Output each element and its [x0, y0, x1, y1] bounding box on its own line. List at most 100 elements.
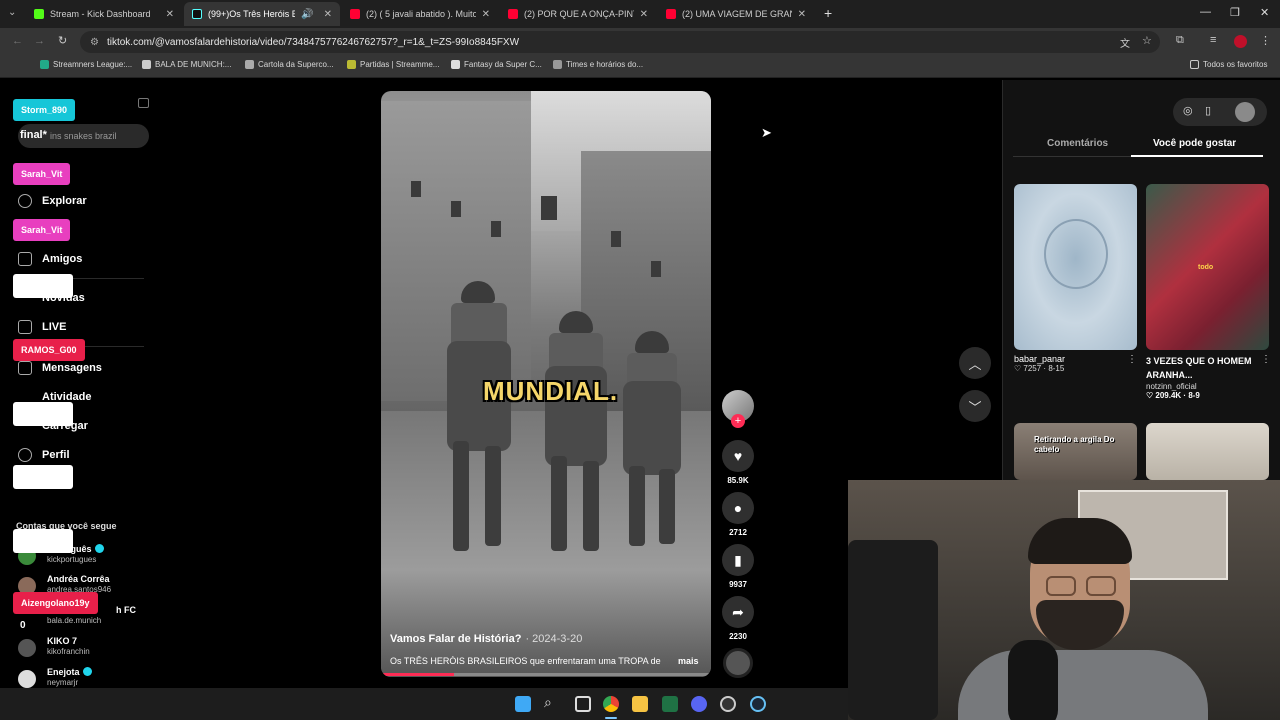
mouse-cursor-icon: ➤ [761, 125, 772, 140]
nav-mensagens[interactable]: Mensagens [42, 362, 102, 374]
all-bookmarks[interactable]: Todos os favoritos [1190, 60, 1267, 69]
nav-live[interactable]: LIVE [42, 321, 66, 333]
back-icon[interactable]: ← [12, 35, 23, 47]
window-close-icon[interactable]: ✕ [1260, 6, 1269, 19]
close-icon[interactable]: ✕ [324, 9, 332, 20]
bookmark-4[interactable]: Partidas | Streamme... [347, 60, 439, 69]
tab-voce-pode-gostar[interactable]: Você pode gostar [1153, 138, 1236, 149]
follow-plus-icon[interactable]: + [731, 414, 745, 428]
address-bar[interactable]: ⚙ tiktok.com/@vamosfalardehistoria/video… [80, 31, 1160, 53]
tab-search-button[interactable]: ⌄ [8, 7, 16, 18]
following-name: KIKO 7 [47, 636, 78, 646]
device-icon[interactable]: ▯ [1205, 104, 1211, 117]
app-icon[interactable] [720, 696, 736, 712]
windows-start-icon[interactable] [515, 696, 531, 712]
speaker-icon[interactable]: 🔊 [301, 9, 313, 20]
bookmark-1[interactable]: Streamners League:... [40, 60, 132, 69]
more-link[interactable]: mais [678, 656, 699, 666]
webcam-person-shirt [958, 650, 1208, 720]
nav-amigos[interactable]: Amigos [42, 253, 82, 265]
share-button[interactable]: ➦ [722, 596, 754, 628]
tab-comentarios[interactable]: Comentários [1047, 138, 1108, 149]
youtube-icon [508, 9, 518, 19]
right-panel: ◎ ▯ Comentários Você pode gostar babar_p… [1002, 80, 1280, 480]
card-stats: ♡ 7257 · 8-15 [1014, 364, 1065, 373]
browser-tab-strip: ⌄ Stream - Kick Dashboard ✕ (99+)Os Três… [0, 0, 1280, 28]
video-card[interactable] [1146, 423, 1269, 480]
settings-icon[interactable]: ◎ [1183, 104, 1193, 117]
video-progress-bar[interactable] [381, 673, 711, 676]
building-window [541, 196, 557, 220]
video-card[interactable] [1014, 184, 1137, 350]
like-button[interactable]: ♥ [722, 440, 754, 472]
chip-label: Sarah_Vit [21, 169, 63, 179]
share-icon: ➦ [732, 603, 744, 620]
minimize-icon[interactable]: — [1200, 6, 1211, 18]
browser-tab-2[interactable]: (99+)Os Três Heróis Brasileiros 🔊 ✕ [184, 2, 340, 26]
video-player[interactable]: MUNDIAL. Vamos Falar de História? · 2024-… [381, 91, 711, 677]
file-explorer-icon[interactable] [632, 696, 648, 712]
collapse-sidebar-icon[interactable] [138, 98, 149, 108]
verified-icon [82, 667, 92, 676]
share-count: 2230 [729, 632, 747, 641]
bookmark-3[interactable]: Cartola da Superco... [245, 60, 334, 69]
building-window [491, 221, 501, 237]
bookmark-star-icon[interactable]: ☆ [1142, 34, 1152, 47]
music-disc[interactable] [723, 648, 753, 678]
restore-icon[interactable]: ❐ [1230, 6, 1240, 19]
video-author-line[interactable]: Vamos Falar de História? · 2024-3-20 [390, 633, 582, 645]
close-icon[interactable]: ✕ [798, 9, 806, 20]
verified-icon [94, 544, 104, 553]
chrome-icon[interactable] [603, 696, 619, 712]
previous-video-button[interactable]: ︿ [959, 347, 991, 379]
comment-button[interactable]: ● [722, 492, 754, 524]
browser-tab-4[interactable]: (2) POR QUE A ONÇA-PINTADA ✕ [500, 2, 656, 26]
profile-icon [18, 448, 32, 462]
browser-tab-5[interactable]: (2) UMA VIAGEM DE GRANDES ✕ [658, 2, 814, 26]
extensions-icon[interactable]: ⧉ [1176, 34, 1184, 47]
profile-avatar[interactable] [1234, 35, 1247, 48]
bookmark-6[interactable]: Times e horários do... [553, 60, 643, 69]
site-info-icon[interactable]: ⚙ [90, 37, 99, 48]
translate-icon[interactable]: 文 [1120, 35, 1130, 50]
webcam-chair [848, 540, 938, 720]
media-icon[interactable]: ≡ [1210, 34, 1216, 46]
excel-icon[interactable] [662, 696, 678, 712]
reload-icon[interactable]: ↻ [58, 34, 67, 47]
nav-perfil[interactable]: Perfil [42, 449, 70, 461]
save-count: 9937 [729, 580, 747, 589]
close-icon[interactable]: ✕ [166, 9, 174, 20]
menu-icon[interactable]: ⋮ [1260, 34, 1271, 47]
overlay-chip: Sarah_Vit [13, 219, 71, 241]
browser-tab-3[interactable]: (2) ( 5 javali abatido ). Muito ja ✕ [342, 2, 498, 26]
building-window [611, 231, 621, 247]
overlay-chip: Storm_890 [13, 99, 76, 121]
video-progress-fill [381, 673, 454, 676]
avatar[interactable] [1235, 102, 1255, 122]
chevron-up-icon: ︿ [968, 356, 982, 372]
browser-tab-1[interactable]: Stream - Kick Dashboard ✕ [26, 2, 182, 26]
new-tab-button[interactable]: + [824, 5, 832, 21]
task-view-icon[interactable] [575, 696, 591, 712]
video-card[interactable]: Retirando a argila Do cabelo [1014, 423, 1137, 480]
forward-icon[interactable]: → [34, 35, 45, 47]
bookmark-2[interactable]: BALA DE MUNICH:... [142, 60, 231, 69]
search-icon[interactable]: ⌕ [544, 694, 552, 711]
following-item[interactable]: KIKO 7 kikofranchin [16, 636, 156, 662]
steam-icon[interactable] [750, 696, 766, 712]
building-window [651, 261, 661, 277]
card-more-icon[interactable]: ⋮ [1261, 354, 1271, 365]
card-more-icon[interactable]: ⋮ [1127, 354, 1137, 365]
close-icon[interactable]: ✕ [482, 9, 490, 20]
nav-explorar[interactable]: Explorar [42, 195, 87, 207]
video-card[interactable]: todo [1146, 184, 1269, 350]
webcam-person-glasses [1086, 576, 1116, 596]
save-button[interactable]: ▮ [722, 544, 754, 576]
close-icon[interactable]: ✕ [640, 9, 648, 20]
discord-icon[interactable] [691, 696, 707, 712]
overlay-blank-chip [13, 402, 73, 426]
video-card-meta: babar_panar ♡ 7257 · 8-15 [1014, 354, 1144, 373]
next-video-button[interactable]: ﹀ [959, 390, 991, 422]
bookmark-icon [142, 60, 151, 69]
bookmark-5[interactable]: Fantasy da Super C... [451, 60, 542, 69]
